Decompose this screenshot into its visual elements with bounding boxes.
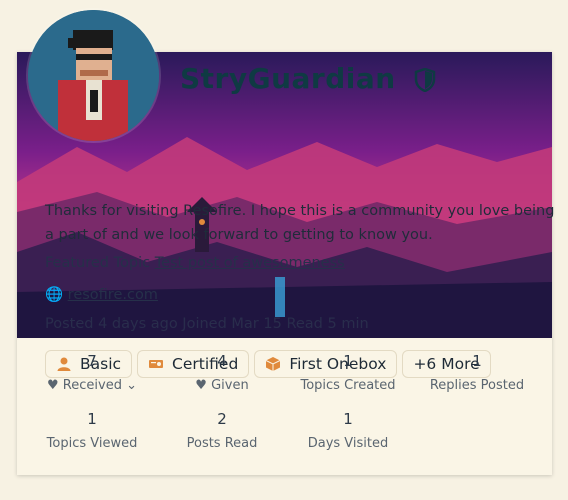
stat-label: Given <box>211 378 249 393</box>
stat-value: 2 <box>217 410 227 428</box>
stat-label: Received <box>62 378 122 393</box>
username-text: StryGuardian <box>180 62 396 95</box>
featured-topic: Featured Topic Test post of awesomeness <box>45 255 345 271</box>
stat-label: Replies Posted <box>429 378 525 393</box>
user-website: 🌐 resofire.com <box>45 286 158 303</box>
stat-topics-created: 1 Topics Created <box>283 352 413 393</box>
stat-given[interactable]: 4 ♥ Given <box>157 352 287 393</box>
stat-value: 7 <box>87 352 97 370</box>
avatar[interactable] <box>28 10 159 141</box>
stat-label: Days Visited <box>307 436 389 451</box>
heart-icon: ♥ <box>47 378 59 393</box>
stat-posts-read: 2 Posts Read <box>157 410 287 451</box>
shield-icon <box>414 68 436 92</box>
stat-label: Topics Created <box>300 378 396 393</box>
stat-label: Topics Viewed <box>46 436 138 451</box>
globe-icon: 🌐 <box>45 287 64 303</box>
stat-replies-posted: 1 Replies Posted <box>412 352 542 393</box>
chevron-down-icon: ⌄ <box>126 378 137 393</box>
stat-label: Posts Read <box>186 436 258 451</box>
stat-value: 1 <box>343 352 353 370</box>
stat-value: 1 <box>87 410 97 428</box>
stat-value: 1 <box>343 410 353 428</box>
heart-icon: ♥ <box>195 378 207 393</box>
stat-days-visited: 1 Days Visited <box>283 410 413 451</box>
username: StryGuardian <box>180 62 436 95</box>
user-meta: Posted 4 days ago Joined Mar 15 Read 5 m… <box>45 316 369 332</box>
website-link[interactable]: resofire.com <box>68 287 158 303</box>
stat-value: 4 <box>217 352 227 370</box>
user-bio: Thanks for visiting Resofire. I hope thi… <box>45 203 555 243</box>
featured-label: Featured Topic <box>45 255 151 271</box>
stat-value: 1 <box>472 352 482 370</box>
stat-topics-viewed: 1 Topics Viewed <box>27 410 157 451</box>
featured-topic-link[interactable]: Test post of awesomeness <box>155 255 345 271</box>
stat-received[interactable]: 7 ♥ Received ⌄ <box>27 352 157 393</box>
